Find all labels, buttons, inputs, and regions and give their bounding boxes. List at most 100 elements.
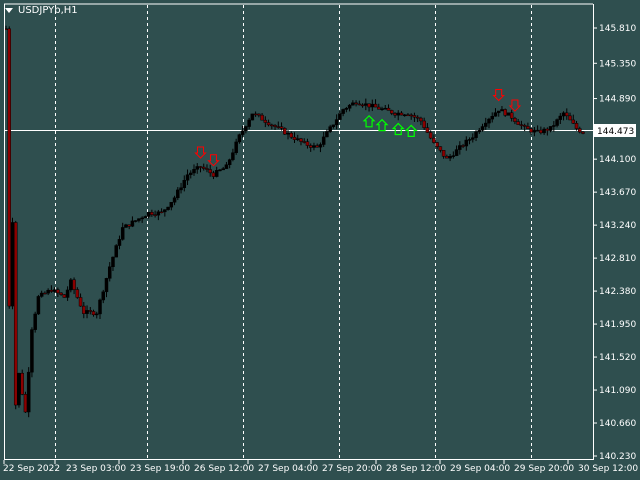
candle-body	[318, 144, 323, 148]
candle-body	[370, 103, 375, 108]
time-tick-label: 29 Sep 20:00	[514, 464, 574, 474]
candle-body	[312, 145, 316, 148]
candle-body	[211, 172, 216, 177]
candle-body	[474, 131, 478, 138]
time-tick-label: 22 Sep 2022	[3, 464, 60, 474]
candle-body	[224, 164, 229, 169]
candle-body	[458, 145, 462, 150]
candle-body	[283, 128, 287, 135]
candle-body	[402, 114, 407, 117]
candle-body	[49, 289, 54, 292]
price-tick-label: 145.350	[599, 59, 636, 69]
candle-body	[299, 138, 303, 142]
candle-body	[354, 102, 358, 105]
candle-body	[315, 145, 319, 148]
candle-body	[189, 172, 193, 175]
candle-body	[205, 168, 209, 170]
candle-body	[461, 145, 465, 147]
candle-body	[289, 132, 294, 138]
candle-body	[182, 180, 187, 189]
candle-body	[334, 119, 339, 126]
candle-body	[542, 128, 546, 134]
price-tick-label: 142.810	[599, 254, 636, 264]
price-axis[interactable]: 145.810145.350144.890144.430144.100143.6…	[593, 24, 636, 462]
candle-body	[581, 131, 585, 134]
candle-body	[36, 296, 41, 315]
candle-body	[95, 313, 99, 316]
candle-body	[17, 372, 21, 406]
candle-body	[279, 126, 284, 129]
candle-body	[221, 168, 225, 171]
price-tick-label: 141.090	[599, 386, 636, 396]
sell-arrow-icon	[207, 154, 220, 167]
candle-body	[480, 126, 485, 131]
candle-body	[20, 372, 24, 395]
candle-body	[253, 113, 258, 116]
candle-body	[7, 28, 11, 307]
symbol-dropdown-icon[interactable]	[5, 8, 13, 13]
time-tick-label: 23 Sep 19:00	[130, 464, 190, 474]
candle-body	[208, 169, 212, 174]
candle-body	[513, 117, 517, 122]
time-tick-label: 30 Sep 12:00	[578, 464, 638, 474]
candle-body	[260, 114, 264, 121]
time-tick-label: 28 Sep 12:00	[386, 464, 446, 474]
candle-body	[82, 305, 86, 314]
chart-window[interactable]: 145.810145.350144.890144.430144.100143.6…	[0, 0, 640, 480]
candle-body	[23, 394, 28, 413]
sell-arrow-icon	[194, 146, 207, 159]
buy-arrow-icon	[375, 118, 389, 132]
candle-body	[270, 124, 274, 127]
candle-body	[367, 103, 371, 108]
candle-body	[62, 294, 67, 298]
candle-body	[325, 131, 329, 138]
candle-body	[192, 169, 196, 174]
candle-body	[75, 289, 80, 298]
candle-body	[114, 245, 118, 258]
candle-body	[548, 126, 553, 131]
candle-body	[91, 311, 96, 316]
candle-body	[328, 126, 332, 132]
candle-body	[234, 141, 238, 153]
candle-body	[535, 129, 540, 132]
time-tick-label: 23 Sep 03:00	[66, 464, 126, 474]
candle-body	[454, 149, 459, 156]
candle-body	[565, 112, 569, 117]
candle-body	[360, 104, 365, 107]
candle-body	[412, 115, 417, 118]
candle-body	[59, 292, 63, 295]
time-axis[interactable]: 22 Sep 2022 23 Sep 03:00 23 Sep 19:00 26 Se…	[3, 460, 638, 474]
buy-arrow-icon	[391, 122, 405, 136]
candle-body	[441, 150, 446, 157]
candle-body	[159, 211, 164, 214]
price-chart[interactable]: 145.810145.350144.890144.430144.100143.6…	[0, 0, 640, 480]
candle-body	[422, 120, 426, 128]
candle-body	[487, 118, 491, 124]
candle-body	[305, 141, 310, 146]
candle-body	[257, 113, 261, 116]
candle-body	[341, 109, 345, 114]
price-tick-label: 142.380	[599, 287, 636, 297]
candle-body	[561, 112, 566, 117]
candle-body	[509, 112, 514, 119]
candle-body	[432, 137, 436, 143]
candle-body	[10, 222, 15, 307]
price-tick-label: 143.240	[599, 221, 636, 231]
candle-body	[519, 124, 524, 126]
candle-body	[153, 214, 157, 216]
candle-body	[357, 103, 362, 106]
candle-body	[78, 297, 83, 307]
candle-body	[377, 106, 381, 110]
candle-body	[72, 279, 76, 290]
candle-body	[56, 289, 60, 294]
candle-body	[237, 134, 242, 143]
candle-body	[467, 139, 472, 141]
candle-body	[156, 211, 161, 216]
candle-body	[529, 128, 533, 133]
current-price-label: 144.473	[594, 124, 636, 137]
candle-body	[545, 128, 550, 131]
candle-body	[286, 132, 290, 135]
candle-body	[393, 113, 397, 116]
candle-body	[231, 152, 235, 160]
candle-body	[276, 126, 281, 128]
